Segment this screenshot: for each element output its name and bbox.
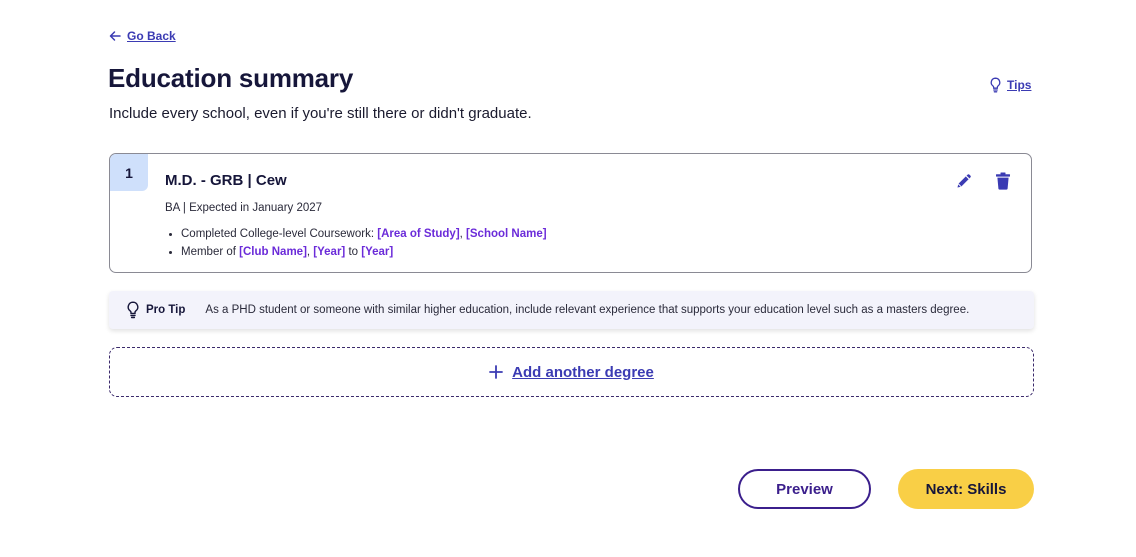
add-degree-button[interactable]: Add another degree (109, 347, 1034, 397)
pro-tip-text: As a PHD student or someone with similar… (205, 304, 970, 316)
bullet-separator: to (345, 246, 362, 258)
bullet-prefix: Member of (181, 246, 240, 258)
tips-label: Tips (1007, 78, 1032, 92)
preview-button[interactable]: Preview (738, 469, 871, 509)
entry-bullet: Completed College-level Coursework: [Are… (181, 225, 547, 243)
entry-meta: BA | Expected in January 2027 (165, 202, 323, 214)
education-entry-card: 1 M.D. - GRB | Cew BA | Expected in Janu… (109, 153, 1032, 273)
plus-icon (489, 365, 504, 379)
edit-entry-button[interactable] (953, 170, 975, 192)
go-back-label: Go Back (127, 29, 176, 43)
next-skills-button[interactable]: Next: Skills (898, 469, 1034, 509)
entry-bullet: Member of [Club Name], [Year] to [Year] (181, 243, 547, 261)
lightbulb-icon (990, 77, 1001, 93)
go-back-link[interactable]: Go Back (109, 29, 176, 43)
entry-index-badge: 1 (110, 154, 148, 191)
bullet-prefix: Completed College-level Coursework: (181, 228, 378, 240)
trash-icon (996, 172, 1010, 190)
lightbulb-icon (127, 301, 139, 319)
entry-bullets: Completed College-level Coursework: [Are… (165, 225, 547, 261)
page-title: Education summary (108, 63, 354, 93)
arrow-left-icon (109, 31, 121, 41)
placeholder-area-of-study: [Area of Study] (377, 228, 460, 240)
placeholder-club-name: [Club Name] (239, 246, 307, 258)
pro-tip-banner: Pro Tip As a PHD student or someone with… (109, 291, 1034, 329)
entry-title: M.D. - GRB | Cew (165, 172, 287, 189)
placeholder-school-name: [School Name] (466, 228, 547, 240)
placeholder-year-start: [Year] (313, 246, 346, 258)
tips-link[interactable]: Tips (989, 77, 1031, 93)
pro-tip-label: Pro Tip (146, 304, 186, 316)
pencil-icon (957, 174, 971, 188)
add-degree-label: Add another degree (512, 363, 654, 381)
placeholder-year-end: [Year] (361, 246, 394, 258)
delete-entry-button[interactable] (992, 170, 1014, 192)
page-subtitle: Include every school, even if you're sti… (109, 105, 532, 122)
